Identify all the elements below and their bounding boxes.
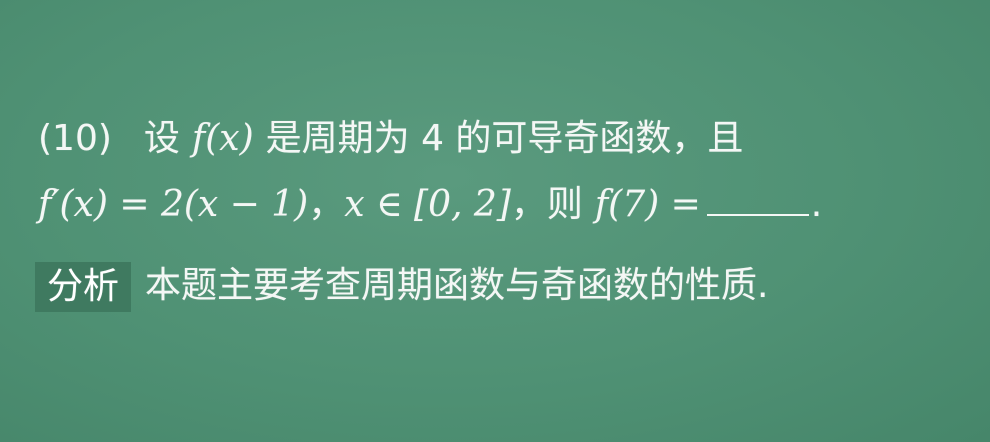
then-text: ，则 <box>510 184 583 225</box>
analysis-tag: 分析 <box>35 262 132 312</box>
problem-lead: 设 <box>143 118 180 159</box>
target-expression: f(7) = <box>594 184 701 225</box>
problem-line-1: (10) 设 f(x) 是周期为 4 的可导奇函数，且 <box>38 117 743 161</box>
problem-condition-text: 是周期为 4 的可导奇函数，且 <box>265 118 744 159</box>
chalkboard: (10) 设 f(x) 是周期为 4 的可导奇函数，且 f′(x) = 2(x − 1… <box>0 0 990 442</box>
domain-expression: x ∈ [0, 2] <box>344 184 511 225</box>
analysis-line: 分析 本题主要考查周期函数与奇函数的性质. <box>35 262 769 312</box>
answer-blank <box>706 184 809 216</box>
problem-line-2: f′(x) = 2(x − 1)，x ∈ [0, 2]，则 f(7) =. <box>38 183 822 227</box>
analysis-text: 本题主要考查周期函数与奇函数的性质. <box>145 265 769 306</box>
derivative-expression: f′(x) = 2(x − 1) <box>38 184 309 225</box>
separator-comma: ， <box>308 184 345 225</box>
problem-number: (10) <box>38 118 112 159</box>
end-period: . <box>810 184 823 225</box>
function-expression: f(x) <box>191 118 254 159</box>
